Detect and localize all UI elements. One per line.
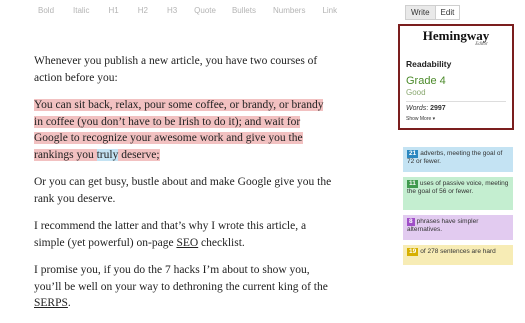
paragraph-2-text-a: You can sit back, relax, pour some coffe…: [34, 99, 324, 161]
paragraph-1: Whenever you publish a new article, you …: [34, 53, 334, 86]
paragraph-3-text: Or you can get busy, bustle about and ma…: [34, 176, 332, 205]
hemingway-logo: Hemingway Editor: [406, 28, 506, 52]
grade-level: Grade 4: [406, 75, 446, 87]
readability-heading: Readability: [406, 59, 452, 69]
adverb-highlight: truly: [96, 148, 119, 161]
word-count-label: Words: [406, 105, 427, 112]
h2-button[interactable]: H2: [138, 6, 148, 15]
hard-count-badge: 19: [407, 248, 419, 256]
seo-link[interactable]: SEO: [176, 237, 198, 249]
divider: [406, 101, 506, 102]
issue-cards: 21 adverbs, meeting the goal of 72 or few…: [403, 147, 513, 268]
grade-description: Good: [406, 88, 426, 97]
top-bar: Bold Italic H1 H2 H3 Quote Bullets Numbe…: [0, 0, 525, 24]
paragraph-4-text-c: checklist.: [198, 236, 245, 249]
link-button[interactable]: Link: [322, 6, 337, 15]
adverbs-count-badge: 21: [407, 150, 419, 158]
passive-voice-card: 11 uses of passive voice, meeting the goa…: [403, 177, 513, 210]
bullets-button[interactable]: Bullets: [232, 6, 256, 15]
paragraph-2-text-c: deserve;: [118, 148, 160, 161]
bold-button[interactable]: Bold: [38, 6, 54, 15]
simpler-count-badge: 8: [407, 218, 415, 226]
mode-switch: Write Edit: [405, 5, 461, 20]
very-hard-sentence-highlight: You can sit back, relax, pour some coffe…: [34, 99, 324, 161]
paragraph-4: I recommend the latter and that’s why I …: [34, 218, 334, 251]
hard-sentences-card: 19 of 278 sentences are hard: [403, 245, 513, 265]
paragraph-4-text-a: I recommend the latter and that’s why I …: [34, 220, 307, 249]
adverbs-text: adverbs, meeting the goal of 72 or fewer…: [407, 150, 503, 165]
simpler-alternatives-card: 8 phrases have simpler alternatives.: [403, 215, 513, 240]
simpler-text: phrases have simpler alternatives.: [407, 218, 479, 233]
adverbs-card: 21 adverbs, meeting the goal of 72 or few…: [403, 147, 513, 172]
edit-mode-button[interactable]: Edit: [435, 5, 461, 20]
h3-button[interactable]: H3: [167, 6, 177, 15]
h1-button[interactable]: H1: [108, 6, 118, 15]
logo-text: Hemingway: [422, 28, 490, 43]
readability-panel: Hemingway Editor Readability Grade 4 Goo…: [398, 24, 514, 130]
show-more-link[interactable]: Show More ▾: [406, 116, 506, 122]
serps-link[interactable]: SERPS: [34, 297, 68, 309]
hard-text: of 278 sentences are hard: [420, 248, 496, 255]
word-count-value: 2997: [430, 105, 446, 112]
editor-content[interactable]: Whenever you publish a new article, you …: [34, 53, 334, 323]
paragraph-3: Or you can get busy, bustle about and ma…: [34, 174, 334, 207]
paragraph-5-text-a: I promise you, if you do the 7 hacks I’m…: [34, 264, 328, 293]
paragraph-5-text-c: .: [67, 297, 71, 309]
paragraph-2: You can sit back, relax, pour some coffe…: [34, 97, 334, 163]
passive-text: uses of passive voice, meeting the goal …: [407, 180, 509, 195]
write-mode-button[interactable]: Write: [405, 5, 436, 20]
word-count: Words: 2997: [406, 105, 446, 112]
numbers-button[interactable]: Numbers: [273, 6, 305, 15]
italic-button[interactable]: Italic: [73, 6, 89, 15]
paragraph-1-text: Whenever you publish a new article, you …: [34, 55, 318, 84]
sidebar: Hemingway Editor Readability Grade 4 Goo…: [398, 24, 514, 130]
paragraph-5: I promise you, if you do the 7 hacks I’m…: [34, 262, 334, 312]
passive-count-badge: 11: [407, 180, 418, 188]
quote-button[interactable]: Quote: [194, 6, 216, 15]
format-toolbar: Bold Italic H1 H2 H3 Quote Bullets Numbe…: [38, 6, 337, 15]
